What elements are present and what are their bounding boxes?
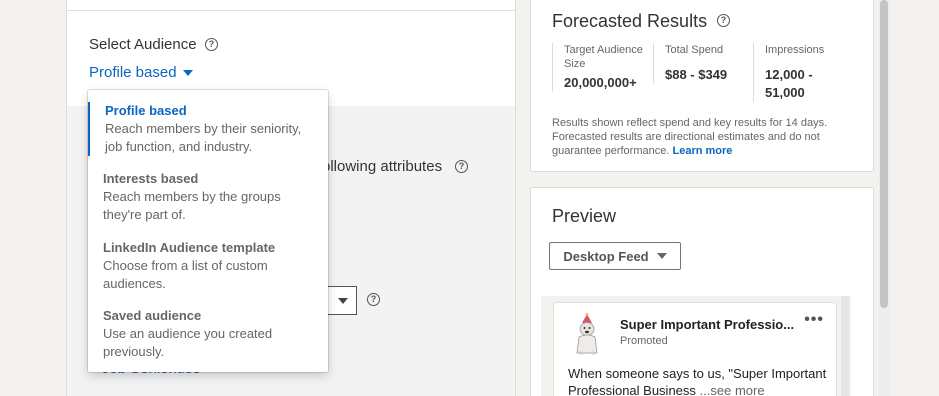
menu-item-interests-based[interactable]: Interests based Reach members by the gro… — [88, 170, 328, 224]
menu-item-description: Use an audience you created previously. — [103, 326, 273, 359]
page-scrollbar-thumb[interactable] — [880, 0, 888, 308]
metric-label: Total Spend — [665, 44, 724, 56]
metric-value: 20,000,000+ — [564, 75, 637, 90]
preview-scrollbar[interactable] — [841, 296, 849, 396]
preview-card: Preview Desktop Feed Super Important Pro… — [530, 187, 874, 396]
post-text: When someone says to us, "Super Importan… — [568, 365, 830, 396]
menu-item-profile-based[interactable]: Profile based Reach members by their sen… — [88, 102, 328, 156]
metric-label: Impressions — [765, 44, 825, 56]
learn-more-link[interactable]: Learn more — [672, 145, 732, 157]
select-audience-label: Select Audience — [89, 36, 197, 53]
divider — [67, 10, 515, 11]
help-icon[interactable]: ? — [455, 160, 468, 173]
caret-down-icon — [182, 69, 193, 76]
audience-type-dropdown[interactable]: Profile based — [89, 64, 193, 81]
targeting-select[interactable] — [323, 286, 357, 315]
preview-title: Preview — [552, 206, 617, 226]
menu-item-title: LinkedIn Audience template — [103, 240, 276, 255]
metric-total-spend: Total Spend $88 - $349 — [653, 43, 753, 84]
post-promoted-label: Promoted — [620, 335, 668, 347]
forecasted-results-card: Forecasted Results ? Target Audience Siz… — [530, 0, 874, 172]
caret-down-icon — [656, 253, 667, 259]
menu-item-saved-audience[interactable]: Saved audience Use an audience you creat… — [88, 307, 328, 361]
help-icon[interactable]: ? — [205, 38, 218, 51]
menu-item-description: Reach members by their seniority, job fu… — [105, 121, 302, 154]
preview-feed: Super Important Professio... Promoted ••… — [541, 296, 851, 396]
feed-type-dropdown[interactable]: Desktop Feed — [549, 242, 681, 270]
menu-item-description: Choose from a list of custom audiences. — [103, 258, 268, 291]
menu-item-title: Profile based — [105, 103, 187, 118]
feed-type-selected: Desktop Feed — [563, 248, 649, 264]
help-icon[interactable]: ? — [717, 14, 730, 27]
menu-item-description: Reach members by the groups they're part… — [103, 189, 281, 222]
menu-item-title: Saved audience — [103, 308, 202, 323]
forecast-note: Results shown reflect spend and key resu… — [552, 116, 862, 158]
audience-type-selected: Profile based — [89, 64, 177, 81]
help-icon[interactable]: ? — [367, 293, 380, 306]
forecast-title: Forecasted Results — [552, 11, 708, 31]
metric-audience-size: Target Audience Size 20,000,000+ — [552, 43, 652, 92]
preview-post: Super Important Professio... Promoted ••… — [553, 302, 837, 396]
menu-item-title: Interests based — [103, 171, 199, 186]
company-logo-icon — [576, 313, 598, 355]
metric-impressions: Impressions 12,000 - 51,000 — [753, 43, 853, 102]
metric-value: $88 - $349 — [665, 67, 728, 82]
post-company-name[interactable]: Super Important Professio... — [620, 317, 794, 332]
post-body: When someone says to us, "Super Importan… — [568, 366, 827, 396]
more-options-icon[interactable]: ••• — [804, 311, 824, 329]
see-more-link[interactable]: ...see more — [700, 383, 765, 396]
menu-item-audience-template[interactable]: LinkedIn Audience template Choose from a… — [88, 239, 328, 293]
metric-label: Target Audience Size — [564, 44, 643, 70]
caret-down-icon — [338, 298, 348, 304]
audience-type-menu: Profile based Reach members by their sen… — [88, 90, 328, 372]
metric-value: 12,000 - 51,000 — [765, 67, 813, 100]
targeting-attributes-text: ollowing attributes — [322, 158, 443, 175]
